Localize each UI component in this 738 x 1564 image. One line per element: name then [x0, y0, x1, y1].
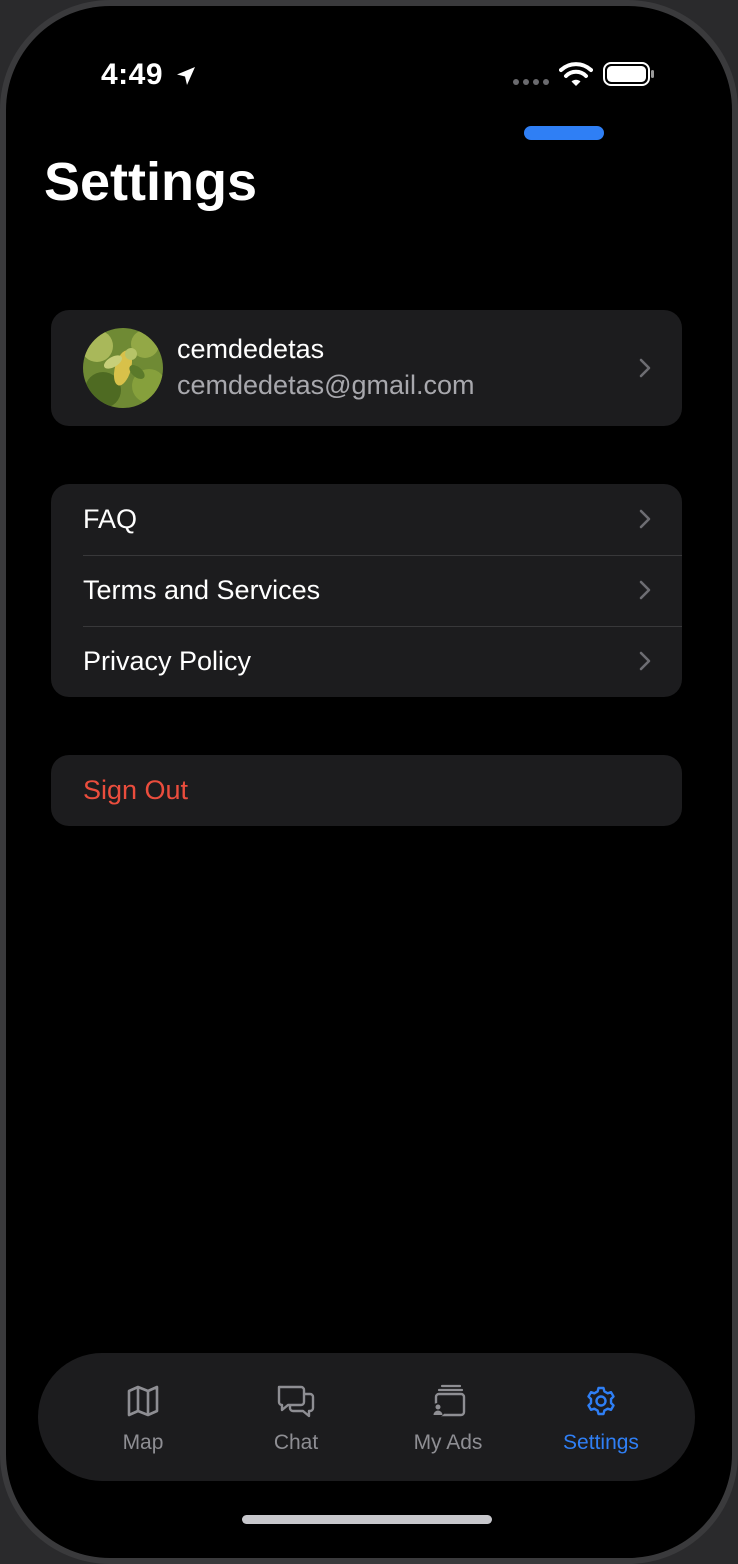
avatar-photo [83, 328, 163, 408]
profile-email: cemdedetas@gmail.com [177, 370, 475, 400]
chat-bubbles-icon [277, 1385, 315, 1418]
chevron-right-icon [639, 358, 651, 378]
ads-stack-icon [431, 1384, 466, 1417]
map-icon [127, 1385, 159, 1417]
sign-out-button[interactable]: Sign Out [51, 755, 682, 826]
wifi-icon [559, 62, 593, 86]
chevron-right-icon [639, 509, 651, 529]
tab-map-label: Map [122, 1431, 164, 1454]
tab-chat-label: Chat [273, 1431, 319, 1454]
links-card: FAQ Terms and Services Privacy Policy [51, 484, 682, 697]
terms-row[interactable]: Terms and Services [51, 555, 682, 626]
page-title: Settings [44, 152, 258, 212]
faq-row[interactable]: FAQ [51, 484, 682, 555]
home-indicator[interactable] [242, 1515, 492, 1524]
device-frame: 4:49 Settings cemdedetas cemdedetas@gmai… [0, 0, 738, 1564]
avatar [83, 328, 163, 408]
status-bar: 4:49 [6, 6, 732, 146]
chevron-right-icon [639, 580, 651, 600]
profile-name: cemdedetas [177, 334, 325, 364]
active-tab-indicator [524, 126, 604, 140]
location-arrow-icon [177, 67, 195, 85]
tab-my-ads-label: My Ads [413, 1431, 483, 1454]
terms-label: Terms and Services [83, 575, 321, 605]
tab-chat[interactable]: Chat [221, 1353, 371, 1481]
privacy-label: Privacy Policy [83, 646, 252, 676]
tab-map[interactable]: Map [68, 1353, 218, 1481]
faq-label: FAQ [83, 504, 138, 534]
tab-settings[interactable]: Settings [526, 1353, 676, 1481]
status-time: 4:49 [101, 58, 164, 91]
tab-bar: Map Chat My Ads Settings [38, 1353, 695, 1481]
chevron-right-icon [639, 651, 651, 671]
tab-my-ads[interactable]: My Ads [373, 1353, 523, 1481]
battery-icon [603, 62, 654, 86]
sign-out-label: Sign Out [83, 775, 189, 805]
cellular-dots-icon [513, 79, 549, 85]
screen: 4:49 Settings cemdedetas cemdedetas@gmai… [6, 6, 732, 1558]
tab-settings-label: Settings [563, 1431, 639, 1454]
gear-icon [587, 1386, 615, 1416]
privacy-row[interactable]: Privacy Policy [51, 626, 682, 697]
profile-card[interactable]: cemdedetas cemdedetas@gmail.com [51, 310, 682, 426]
